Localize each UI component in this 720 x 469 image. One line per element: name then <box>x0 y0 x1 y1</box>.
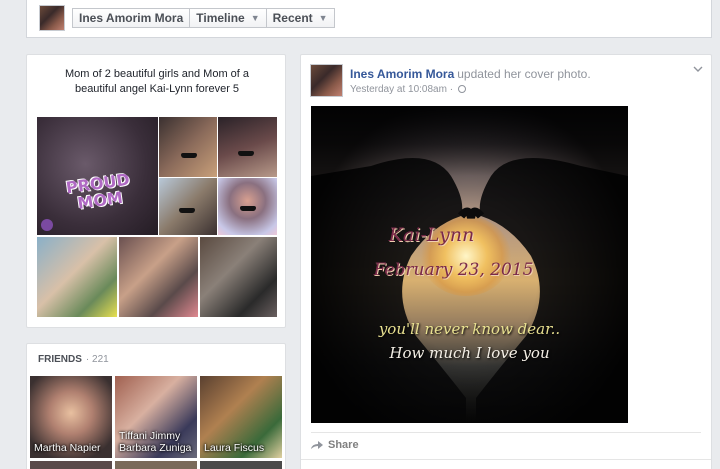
featured-photo[interactable] <box>119 237 198 317</box>
author-avatar[interactable] <box>310 64 343 97</box>
featured-photo[interactable] <box>218 178 277 235</box>
friends-count: · 221 <box>85 354 109 365</box>
timeline-dropdown[interactable]: Timeline ▼ <box>189 8 267 28</box>
intro-card: Mom of 2 beautiful girls and Mom of a be… <box>26 54 286 328</box>
featured-photo[interactable] <box>159 117 217 177</box>
breadcrumb: Ines Amorim Mora Timeline ▼ Recent ▼ <box>72 8 335 28</box>
share-button[interactable]: Share <box>311 439 359 451</box>
friend-tile[interactable]: Martha Napier <box>30 376 112 458</box>
post-action-text: updated her cover photo. <box>457 67 591 81</box>
chevron-down-icon: ▼ <box>318 13 328 23</box>
friend-tile[interactable]: Tiffani Jimmy Barbara Zuniga <box>115 376 197 458</box>
featured-photo[interactable]: PROUD MOM <box>37 117 158 235</box>
intro-bio: Mom of 2 beautiful girls and Mom of a be… <box>64 68 250 95</box>
featured-photo[interactable] <box>37 237 117 317</box>
friend-name: Martha Napier <box>34 442 101 454</box>
friend-tile[interactable] <box>30 461 112 469</box>
friend-name: Laura Fiscus <box>204 442 265 454</box>
globe-icon[interactable] <box>457 85 466 93</box>
divider <box>301 459 711 460</box>
chevron-down-icon: ▼ <box>250 13 260 23</box>
featured-photo[interactable] <box>218 117 277 177</box>
author-link[interactable]: Ines Amorim Mora <box>350 67 454 81</box>
featured-photo[interactable] <box>159 178 217 235</box>
profile-name-button[interactable]: Ines Amorim Mora <box>72 8 191 28</box>
collage-caption: PROUD MOM <box>64 169 131 213</box>
chevron-down-icon[interactable] <box>693 66 703 72</box>
cover-photo[interactable]: Kai-Lynn February 23, 2015 you'll never … <box>311 106 628 423</box>
cover-text-line2: How much I love you <box>389 344 550 362</box>
divider <box>311 432 701 433</box>
share-icon <box>311 441 323 449</box>
cover-text-name: Kai-Lynn <box>388 224 475 246</box>
friend-tile[interactable] <box>115 461 197 469</box>
profile-avatar[interactable] <box>39 5 65 31</box>
cover-text-date: February 23, 2015 <box>373 260 534 280</box>
recent-dropdown[interactable]: Recent ▼ <box>265 8 335 28</box>
heart-icon <box>41 219 53 231</box>
friends-header[interactable]: FRIENDS · 221 <box>38 354 109 365</box>
meta-separator: · <box>449 84 454 95</box>
friend-tile[interactable] <box>200 461 282 469</box>
post-meta: Yesterday at 10:08am · <box>350 84 466 95</box>
friend-tile[interactable]: Laura Fiscus <box>200 376 282 458</box>
post-timestamp[interactable]: Yesterday at 10:08am <box>350 84 447 95</box>
post-headline: Ines Amorim Mora updated her cover photo. <box>350 67 591 81</box>
cover-text-line1: you'll never know dear.. <box>378 320 561 338</box>
featured-photo[interactable] <box>200 237 277 317</box>
friend-name: Tiffani Jimmy Barbara Zuniga <box>119 430 192 454</box>
timeline-header-bar: Ines Amorim Mora Timeline ▼ Recent ▼ <box>26 0 712 38</box>
timeline-post: Ines Amorim Mora updated her cover photo.… <box>300 54 712 469</box>
friends-card: FRIENDS · 221 Martha Napier Tiffani Jimmy… <box>26 343 286 469</box>
